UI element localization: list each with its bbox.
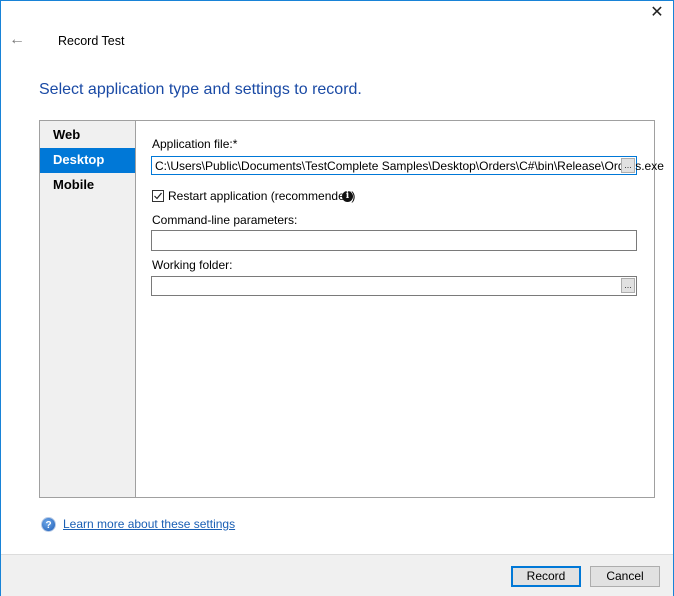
command-line-input[interactable] xyxy=(151,230,637,251)
close-icon[interactable]: ✕ xyxy=(649,5,665,21)
record-test-dialog: ✕ ← Record Test Select application type … xyxy=(0,0,674,596)
application-file-input[interactable]: C:\Users\Public\Documents\TestComplete S… xyxy=(151,156,664,175)
dialog-title: Record Test xyxy=(58,34,125,48)
record-button[interactable]: Record xyxy=(511,566,581,587)
checkmark-icon xyxy=(154,192,162,200)
info-icon[interactable]: i xyxy=(342,191,353,202)
back-arrow-icon[interactable]: ← xyxy=(9,32,25,48)
learn-more-link[interactable]: Learn more about these settings xyxy=(63,517,235,531)
application-file-value: C:\Users\Public\Documents\TestComplete S… xyxy=(155,159,664,173)
app-type-sidebar: Web Desktop Mobile xyxy=(40,121,136,497)
command-line-label: Command-line parameters: xyxy=(152,213,298,227)
working-folder-input[interactable]: ... xyxy=(151,276,637,296)
help-icon: ? xyxy=(41,517,56,532)
sidebar-item-web[interactable]: Web xyxy=(40,123,135,148)
settings-panel: Web Desktop Mobile Application file:* C:… xyxy=(39,120,664,498)
restart-application-label[interactable]: Restart application (recommended) xyxy=(168,189,355,203)
desktop-settings: Application file:* C:\Users\Public\Docum… xyxy=(136,121,664,497)
restart-application-checkbox[interactable] xyxy=(152,190,164,202)
application-file-label: Application file:* xyxy=(152,137,238,151)
cancel-button[interactable]: Cancel xyxy=(590,566,660,587)
page-heading: Select application type and settings to … xyxy=(39,81,362,98)
sidebar-item-desktop[interactable]: Desktop xyxy=(40,148,135,173)
browse-folder-button[interactable]: ... xyxy=(621,278,635,293)
dialog-footer: Record Cancel xyxy=(1,554,673,596)
browse-application-button[interactable]: ... xyxy=(621,158,635,173)
sidebar-item-mobile[interactable]: Mobile xyxy=(40,173,135,198)
working-folder-label: Working folder: xyxy=(152,258,233,272)
